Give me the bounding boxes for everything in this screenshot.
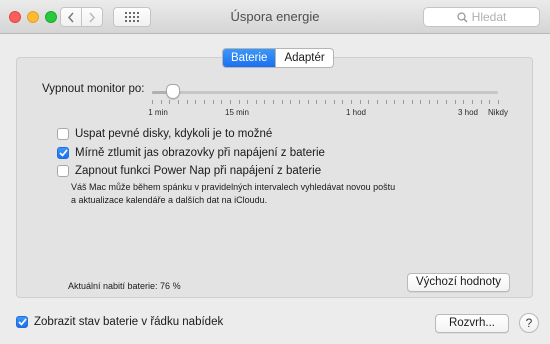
slider-tick (455, 100, 456, 104)
slider-tick (420, 100, 421, 104)
slider-tick (247, 100, 248, 104)
slider-tick (437, 100, 438, 104)
slider-tick (368, 100, 369, 104)
slider-tick (221, 100, 222, 104)
tick-label-15-min: 15 min (224, 108, 250, 117)
slider-tick (403, 100, 404, 104)
tab-adapter[interactable]: Adaptér (275, 49, 332, 67)
slider-tick (308, 100, 309, 104)
slider-tick (195, 100, 196, 104)
slider-tick (256, 100, 257, 104)
slider-tick (316, 100, 317, 104)
slider-tick (161, 100, 162, 104)
tick-label-1-min: 1 min (148, 108, 168, 117)
slider-tick (204, 100, 205, 104)
slider-tick (377, 100, 378, 104)
display-sleep-slider-track[interactable] (152, 91, 498, 94)
search-field[interactable]: Hledat (423, 7, 540, 27)
tick-label-never: Nikdy (487, 108, 509, 117)
slider-tick (360, 100, 361, 104)
slider-tick (213, 100, 214, 104)
option-dim-display[interactable]: Mírně ztlumit jas obrazovky při napájení… (57, 147, 325, 159)
slider-tick (187, 100, 188, 104)
option-show-battery-status[interactable]: Zobrazit stav baterie v řádku nabídek (16, 316, 223, 328)
slider-tick (178, 100, 179, 104)
slider-tick (463, 100, 464, 104)
slider-tick (290, 100, 291, 104)
dim-display-checkbox[interactable] (57, 147, 69, 159)
slider-tick (264, 100, 265, 104)
search-placeholder: Hledat (471, 10, 507, 24)
tick-label-3-hours: 3 hod (457, 108, 479, 117)
energy-saver-window: Úspora energie Hledat Baterie Adaptér Vy… (0, 0, 550, 344)
slider-tick (429, 100, 430, 104)
tab-battery[interactable]: Baterie (223, 49, 276, 67)
disk-sleep-checkbox[interactable] (57, 128, 69, 140)
slider-tick (351, 100, 352, 104)
slider-tick (239, 100, 240, 104)
slider-tick (394, 100, 395, 104)
power-source-tabs: Baterie Adaptér (222, 48, 334, 68)
slider-tick (446, 100, 447, 104)
slider-ticks (0, 100, 550, 105)
dim-display-label: Mírně ztlumit jas obrazovky při napájení… (75, 147, 325, 159)
option-power-nap[interactable]: Zapnout funkci Power Nap při napájení z … (57, 165, 321, 177)
slider-tick (282, 100, 283, 104)
disk-sleep-label: Uspat pevné disky, kdykoli je to možné (75, 128, 273, 140)
battery-charge-text: Aktuální nabití baterie: 76 % (68, 281, 181, 291)
power-nap-description: Váš Mac může během spánku v pravidelných… (71, 181, 431, 207)
slider-tick (386, 100, 387, 104)
slider-tick (325, 100, 326, 104)
slider-tick (334, 100, 335, 104)
title-bar: Úspora energie Hledat (0, 0, 550, 34)
checkmark-icon (58, 149, 68, 157)
slider-tick (152, 100, 153, 104)
slider-tick (481, 100, 482, 104)
show-battery-status-checkbox[interactable] (16, 316, 28, 328)
checkmark-icon (17, 318, 27, 326)
search-icon (457, 11, 468, 22)
slider-tick (299, 100, 300, 104)
restore-defaults-button[interactable]: Výchozí hodnoty (407, 273, 510, 292)
slider-tick (273, 100, 274, 104)
schedule-button[interactable]: Rozvrh... (435, 314, 509, 333)
option-disk-sleep[interactable]: Uspat pevné disky, kdykoli je to možné (57, 128, 272, 140)
tick-label-1-hour: 1 hod (345, 108, 367, 117)
slider-tick (342, 100, 343, 104)
power-nap-description-line-1: Váš Mac může během spánku v pravidelných… (71, 182, 396, 192)
display-sleep-label: Vypnout monitor po: (42, 83, 145, 95)
power-nap-description-line-2: a aktualizace kalendáře a dalších dat na… (71, 195, 268, 205)
power-nap-label: Zapnout funkci Power Nap při napájení z … (75, 165, 322, 177)
slider-tick (230, 100, 231, 104)
slider-tick (472, 100, 473, 104)
slider-tick (412, 100, 413, 104)
slider-tick (498, 100, 499, 104)
show-battery-status-label: Zobrazit stav baterie v řádku nabídek (34, 316, 224, 328)
slider-tick (169, 100, 170, 104)
power-nap-checkbox[interactable] (57, 165, 69, 177)
slider-tick (489, 100, 490, 104)
display-sleep-slider-thumb[interactable] (166, 84, 180, 99)
help-button[interactable]: ? (519, 313, 539, 333)
